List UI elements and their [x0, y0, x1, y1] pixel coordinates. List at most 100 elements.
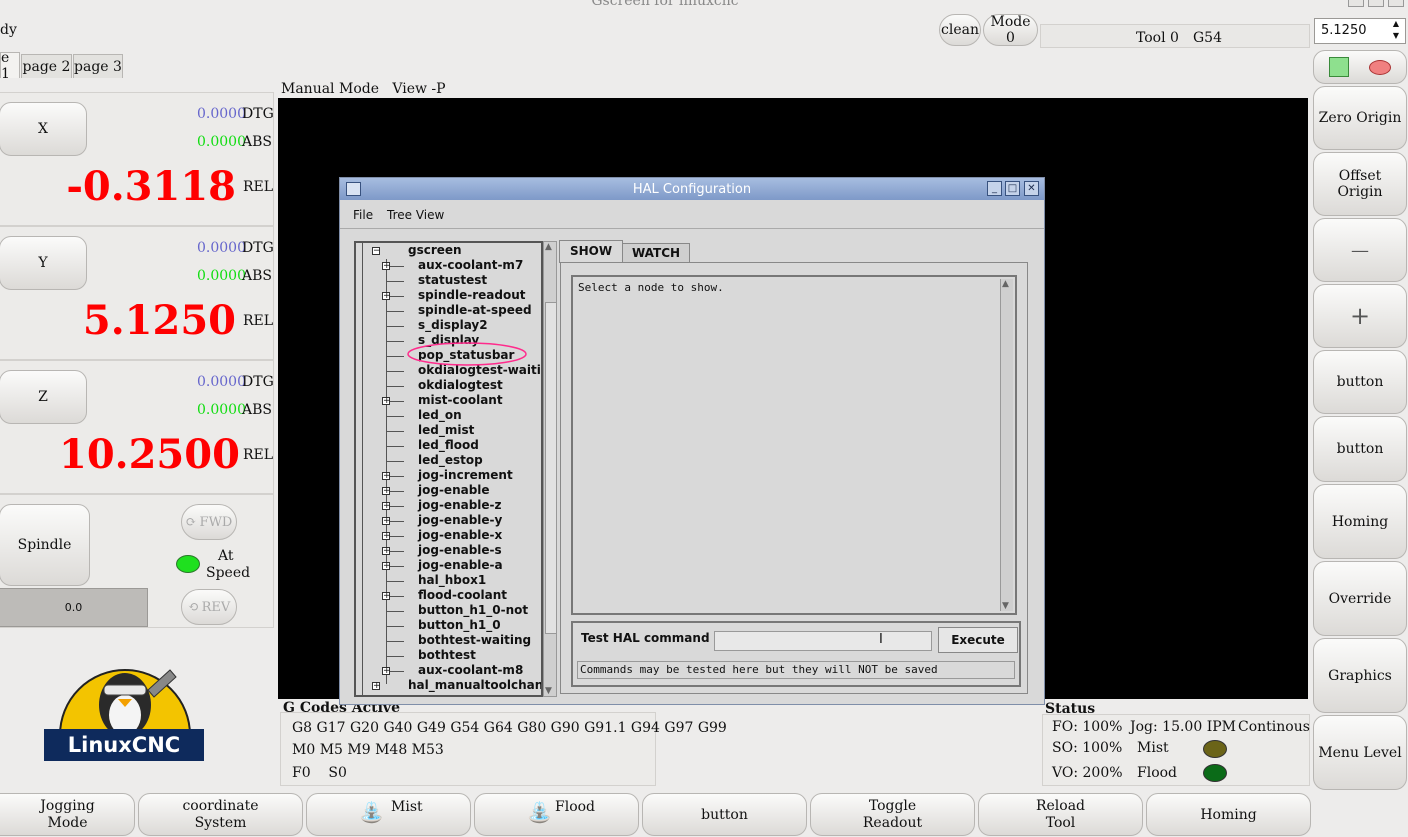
tree-item[interactable]: led_flood — [418, 438, 479, 452]
tab-page-1[interactable]: e 1 — [0, 50, 20, 82]
tree-item[interactable]: button_h1_0 — [418, 618, 501, 632]
tree-item[interactable]: led_mist — [418, 423, 474, 437]
tree-item-last[interactable]: hal_manualtoolchange — [408, 678, 541, 692]
minimize-icon[interactable] — [1348, 0, 1364, 7]
reload-tool-button[interactable]: Reload Tool — [978, 793, 1143, 836]
close-icon[interactable] — [1388, 0, 1404, 7]
coordinate-system-button[interactable]: coordinate System — [138, 793, 303, 836]
tree-item[interactable]: bothtest-waiting — [418, 633, 531, 647]
text-cursor-icon: I — [879, 632, 883, 647]
window-menu-icon[interactable] — [346, 182, 361, 196]
tab-page-3[interactable]: page 3 — [73, 54, 123, 78]
tree-item[interactable]: flood-coolant — [418, 588, 507, 602]
jogging-mode-button[interactable]: Jogging Mode — [0, 793, 135, 836]
tree-item-root[interactable]: gscreen — [408, 243, 462, 257]
tree-item[interactable]: s_display2 — [418, 318, 488, 332]
expand-icon[interactable]: + — [382, 547, 391, 556]
window-controls[interactable] — [1348, 0, 1408, 7]
axis-x-button[interactable]: X — [0, 102, 87, 156]
maximize-icon[interactable] — [1368, 0, 1384, 7]
scroll-up-icon[interactable]: ▲ — [545, 242, 552, 252]
scroll-thumb[interactable] — [545, 302, 557, 634]
scroll-up-icon[interactable]: ▲ — [1002, 279, 1009, 289]
tab-watch[interactable]: WATCH — [622, 243, 690, 263]
jog-increment-spinbox[interactable]: 5.1250 ▲ ▼ — [1314, 18, 1406, 44]
tree-item[interactable]: led_on — [418, 408, 462, 422]
offset-origin-button[interactable]: Offset Origin — [1313, 152, 1407, 216]
flood-button[interactable]: ⛲ Flood — [474, 793, 639, 836]
tree-item[interactable]: jog-enable-s — [418, 543, 502, 557]
tree-item[interactable]: hal_hbox1 — [418, 573, 486, 587]
tree-item[interactable]: button_h1_0-not — [418, 603, 528, 617]
expand-icon[interactable]: + — [382, 487, 391, 496]
test-command-input[interactable]: I — [714, 631, 932, 651]
spindle-rev-button[interactable]: ⟲ REV — [181, 589, 237, 625]
minus-button[interactable]: — — [1313, 218, 1407, 282]
maximize-icon[interactable]: □ — [1005, 181, 1020, 196]
tree-item[interactable]: jog-enable — [418, 483, 490, 497]
override-button[interactable]: Override — [1313, 561, 1407, 636]
tree-item[interactable]: jog-enable-x — [418, 528, 502, 542]
tree-item[interactable]: led_estop — [418, 453, 483, 467]
tab-page-2[interactable]: page 2 — [21, 54, 72, 78]
menu-level-button[interactable]: Menu Level — [1313, 715, 1407, 790]
tree-item[interactable]: aux-coolant-m8 — [418, 663, 523, 677]
expand-icon[interactable]: + — [382, 502, 391, 511]
tree-item[interactable]: jog-increment — [418, 468, 513, 482]
hal-title: HAL Configuration — [632, 181, 752, 197]
tree-item[interactable]: jog-enable-y — [418, 513, 502, 527]
scroll-down-icon[interactable]: ▼ — [545, 686, 552, 696]
axis-z-button[interactable]: Z — [0, 370, 87, 424]
expand-icon[interactable]: + — [382, 292, 391, 301]
bottom-homing-button[interactable]: Homing — [1146, 793, 1311, 836]
menu-file[interactable]: File — [353, 208, 373, 222]
expand-icon[interactable]: + — [382, 592, 391, 601]
tree-item[interactable]: spindle-at-speed — [418, 303, 532, 317]
show-text-area[interactable]: Select a node to show. ▲ ▼ — [571, 275, 1017, 615]
execute-button[interactable]: Execute — [938, 627, 1018, 653]
tree-item[interactable]: jog-enable-a — [418, 558, 503, 572]
graphics-button[interactable]: Graphics — [1313, 638, 1407, 713]
bottom-generic-button[interactable]: button — [642, 793, 807, 836]
zero-origin-button[interactable]: Zero Origin — [1313, 86, 1407, 150]
tree-scrollbar[interactable]: ▲ ▼ — [543, 241, 557, 697]
expand-icon[interactable]: + — [372, 682, 381, 691]
menu-tree-view[interactable]: Tree View — [387, 208, 444, 222]
expand-icon[interactable]: + — [382, 667, 391, 676]
close-icon[interactable]: ✕ — [1024, 181, 1039, 196]
spin-down-icon[interactable]: ▼ — [1393, 31, 1399, 40]
expand-icon[interactable]: + — [382, 262, 391, 271]
right-button-1[interactable]: button — [1313, 350, 1407, 414]
plus-button[interactable]: + — [1313, 284, 1407, 348]
text-scrollbar[interactable]: ▲ ▼ — [1000, 279, 1013, 611]
tree-item[interactable]: spindle-readout — [418, 288, 525, 302]
axis-y-button[interactable]: Y — [0, 236, 87, 290]
spin-up-icon[interactable]: ▲ — [1393, 19, 1399, 28]
minimize-icon[interactable]: _ — [987, 181, 1002, 196]
tree-item[interactable]: okdialogtest — [418, 378, 503, 392]
scroll-down-icon[interactable]: ▼ — [1002, 601, 1009, 611]
expand-icon[interactable]: + — [382, 472, 391, 481]
tree-item[interactable]: bothtest — [418, 648, 476, 662]
homing-button[interactable]: Homing — [1313, 484, 1407, 559]
tree-item[interactable]: aux-coolant-m7 — [418, 258, 523, 272]
spindle-button[interactable]: Spindle — [0, 504, 90, 586]
tab-show[interactable]: SHOW — [559, 240, 623, 263]
mode-button[interactable]: Mode 0 — [983, 14, 1038, 46]
clean-button[interactable]: clean — [939, 14, 981, 46]
expand-icon[interactable]: + — [382, 532, 391, 541]
tree-item[interactable]: mist-coolant — [418, 393, 503, 407]
collapse-icon[interactable]: − — [372, 247, 381, 256]
expand-icon[interactable]: + — [382, 517, 391, 526]
hal-tree[interactable]: − gscreen + aux-coolant-m7 statustest + spin… — [354, 241, 543, 697]
estop-toggle[interactable] — [1313, 50, 1407, 84]
toggle-readout-button[interactable]: Toggle Readout — [810, 793, 975, 836]
hal-titlebar[interactable]: HAL Configuration _ □ ✕ — [340, 178, 1044, 200]
tree-item[interactable]: statustest — [418, 273, 487, 287]
expand-icon[interactable]: + — [382, 397, 391, 406]
right-button-2[interactable]: button — [1313, 416, 1407, 482]
tree-item[interactable]: jog-enable-z — [418, 498, 502, 512]
expand-icon[interactable]: + — [382, 562, 391, 571]
mist-button[interactable]: ⛲ Mist — [306, 793, 471, 836]
spindle-fwd-button[interactable]: ⟳ FWD — [181, 504, 237, 540]
